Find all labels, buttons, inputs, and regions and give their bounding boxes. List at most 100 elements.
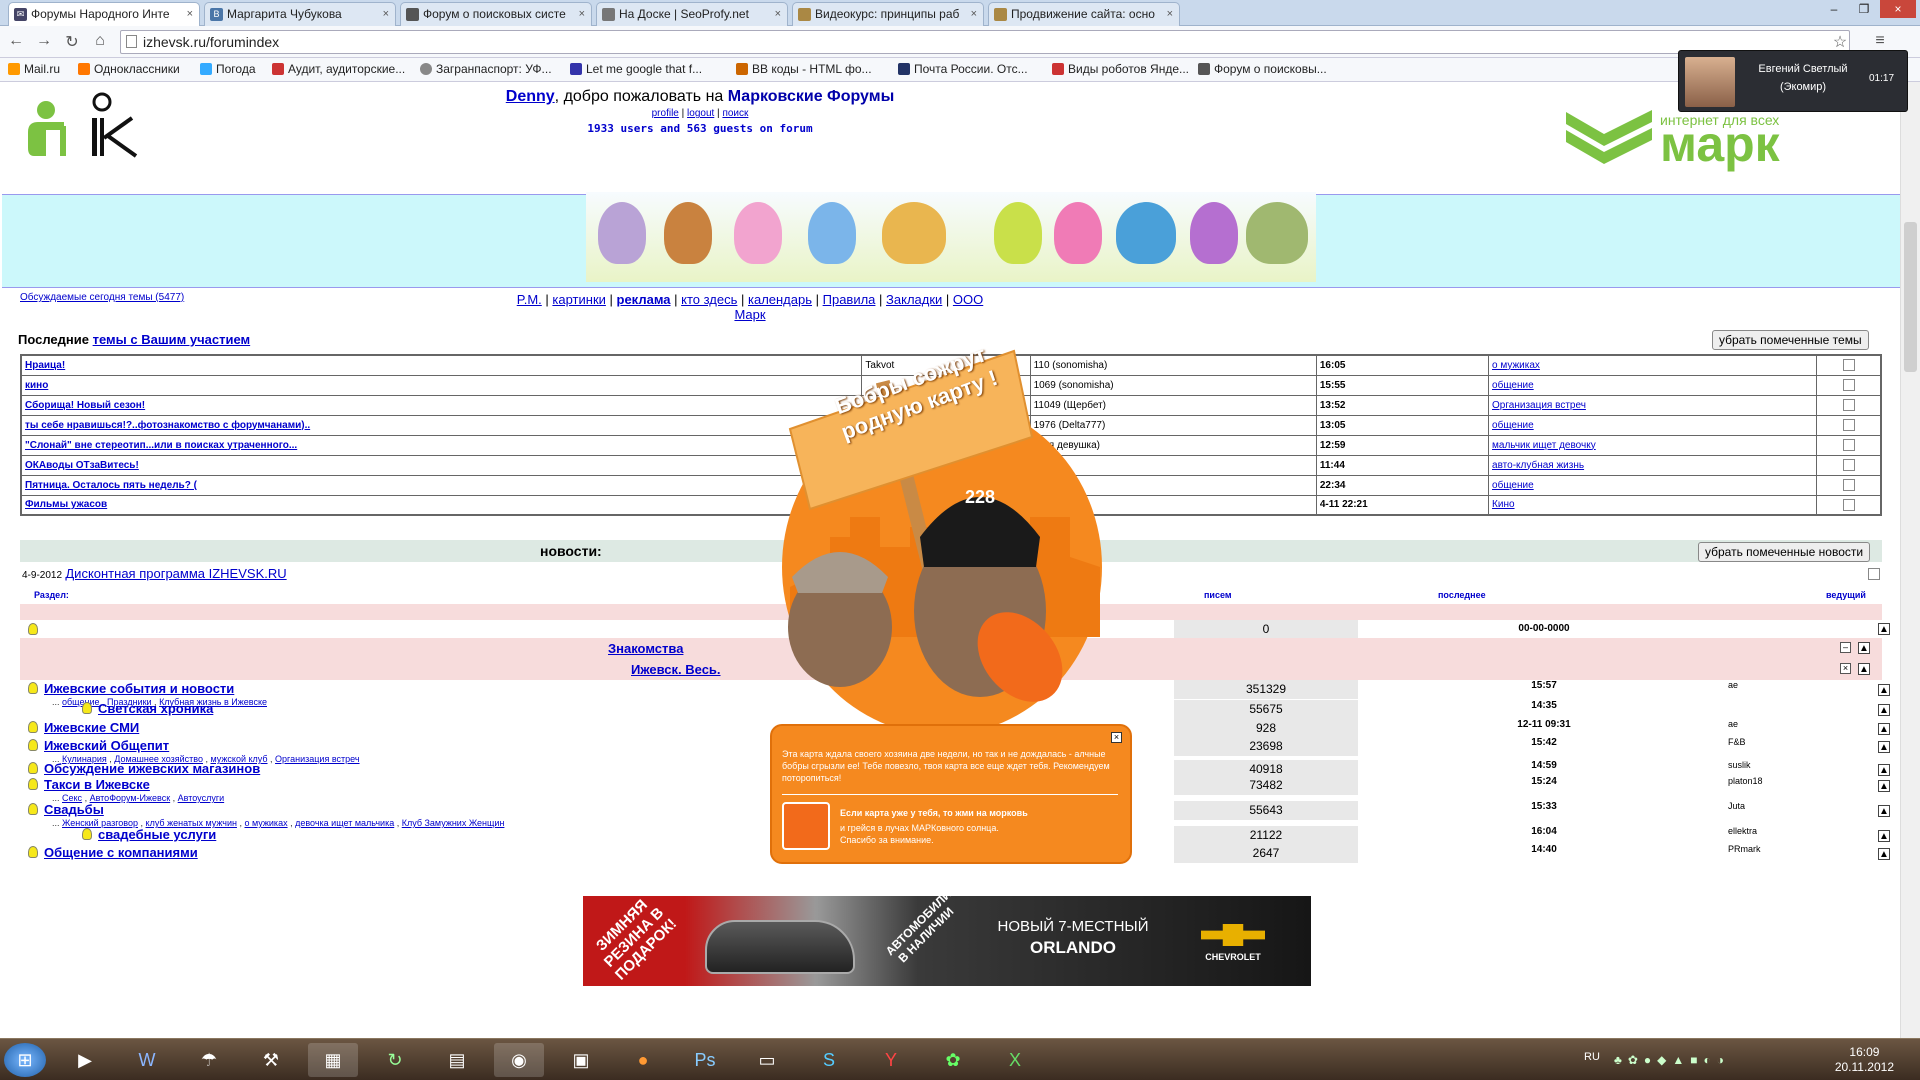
forum-name-link[interactable]: Ижевские события и новости xyxy=(44,681,234,696)
address-bar[interactable]: izhevsk.ru/forumindex xyxy=(120,30,1850,54)
tools-icon[interactable]: ⚒ xyxy=(246,1043,296,1077)
move-up-icon[interactable]: ▲ xyxy=(1878,848,1890,860)
bookmark-weather[interactable]: Погода xyxy=(200,62,256,76)
icq-icon[interactable]: ✿ xyxy=(928,1043,978,1077)
forum-name-link[interactable]: свадебные услуги xyxy=(98,827,216,842)
menu-ads[interactable]: реклама xyxy=(617,292,671,307)
topic-link[interactable]: кино xyxy=(25,380,48,391)
bookmark-audit[interactable]: Аудит, аудиторские... xyxy=(272,62,405,76)
topic-checkbox[interactable] xyxy=(1842,419,1855,431)
move-up-icon[interactable]: ▲ xyxy=(1878,805,1890,817)
chevrolet-orlando-ad[interactable]: ЗИМНЯЯ РЕЗИНА В ПОДАРОК! АВТОМОБИЛИ В НА… xyxy=(583,887,1311,986)
news-headline[interactable]: Дисконтная программа IZHEVSK.RU xyxy=(65,566,286,581)
start-button[interactable]: ⊞ xyxy=(4,1043,46,1077)
calendar-icon[interactable]: ▤ xyxy=(432,1043,482,1077)
close-icon[interactable]: × xyxy=(1167,3,1173,25)
tab-seoprofy[interactable]: На Доске | SeoProfy.net × xyxy=(596,2,788,26)
close-icon[interactable]: × xyxy=(579,3,585,25)
move-up-icon[interactable]: ▲ xyxy=(1878,684,1890,696)
logout-link[interactable]: logout xyxy=(687,108,714,119)
app-icon[interactable]: ▦ xyxy=(308,1043,358,1077)
topic-forum-link[interactable]: Организация встреч xyxy=(1492,400,1586,411)
my-topics-link[interactable]: темы с Вашим участием xyxy=(93,332,251,347)
close-icon[interactable]: × xyxy=(1111,732,1122,743)
group-izhevsk-link[interactable]: Ижевск. Весь. xyxy=(631,662,721,677)
move-up-icon[interactable]: ▲ xyxy=(1878,830,1890,842)
forum-name-link[interactable]: Ижевский Общепит xyxy=(44,738,169,753)
topic-checkbox[interactable] xyxy=(1842,439,1855,451)
move-up-icon[interactable]: ▲ xyxy=(1878,780,1890,792)
home-icon[interactable]: ⌂ xyxy=(90,32,110,50)
bookmark-mailru[interactable]: Mail.ru xyxy=(8,62,60,76)
move-up-icon[interactable]: ▲ xyxy=(1858,663,1870,675)
menu-who-is-here[interactable]: кто здесь xyxy=(681,292,737,307)
topic-forum-link[interactable]: авто-клубная жизнь xyxy=(1492,460,1584,471)
star-icon[interactable]: ☆ xyxy=(1830,32,1850,52)
topic-link[interactable]: ОКАводы ОТзаВитесь! xyxy=(25,460,139,471)
forward-icon[interactable]: → xyxy=(34,32,54,50)
bookmark-pochta[interactable]: Почта России. Отс... xyxy=(898,62,1028,76)
topic-forum-link[interactable]: о мужиках xyxy=(1492,360,1540,371)
maximize-button[interactable]: ❐ xyxy=(1850,0,1878,18)
collapse-icon[interactable]: – xyxy=(1840,642,1851,653)
wrench-icon[interactable]: ≡ xyxy=(1870,32,1890,50)
bookmark-bbcodes[interactable]: BB коды - HTML фо... xyxy=(736,62,872,76)
tab-search-forum[interactable]: Форум о поисковых систе × xyxy=(400,2,592,26)
refresh-app-icon[interactable]: ↻ xyxy=(370,1043,420,1077)
forum-name-link[interactable]: Общение с компаниями xyxy=(44,845,198,860)
profile-link[interactable]: profile xyxy=(652,108,679,119)
topic-link[interactable]: Пятница. Осталось пять недель? ( xyxy=(25,480,197,491)
username-link[interactable]: Denny xyxy=(506,88,555,105)
remove-marked-topics-button[interactable]: убрать помеченные темы xyxy=(1712,330,1869,350)
menu-calendar[interactable]: календарь xyxy=(748,292,812,307)
menu-pm[interactable]: P.M. xyxy=(517,292,542,307)
forum-name-link[interactable]: Такси в Ижевске xyxy=(44,777,150,792)
scrollbar-thumb[interactable] xyxy=(1904,222,1917,372)
clock[interactable]: 16:09 20.11.2012 xyxy=(1835,1045,1894,1075)
close-icon[interactable]: × xyxy=(187,3,193,25)
forum-name-link[interactable]: Обсуждение ижевских магазинов xyxy=(44,761,260,776)
bookmark-odnoklassniki[interactable]: Одноклассники xyxy=(78,62,180,76)
topic-link[interactable]: Фильмы ужасов xyxy=(25,499,107,510)
topic-checkbox[interactable] xyxy=(1842,379,1855,391)
menu-pictures[interactable]: картинки xyxy=(552,292,606,307)
move-up-icon[interactable]: ▲ xyxy=(1878,723,1890,735)
topic-link[interactable]: Нраица! xyxy=(25,360,65,371)
topic-forum-link[interactable]: мальчик ищет девочку xyxy=(1492,440,1596,451)
word-icon[interactable]: W xyxy=(122,1043,172,1077)
excel-icon[interactable]: X xyxy=(990,1043,1040,1077)
move-up-icon[interactable]: ▲ xyxy=(1878,623,1890,635)
tab-promotion[interactable]: Продвижение сайта: осно × xyxy=(988,2,1180,26)
back-icon[interactable]: ← xyxy=(6,32,26,50)
bookmark-search-forum[interactable]: Форум о поисковы... xyxy=(1198,62,1327,76)
language-indicator[interactable]: RU xyxy=(1584,1051,1600,1063)
media-player-icon[interactable]: ▶ xyxy=(60,1043,110,1077)
search-link[interactable]: поиск xyxy=(722,108,748,119)
close-icon[interactable]: × xyxy=(775,3,781,25)
group-znakomstva-link[interactable]: Знакомства xyxy=(608,641,683,656)
monsters-banner[interactable] xyxy=(586,192,1316,282)
topic-link[interactable]: "Слонай" вне стереотип...или в поисках у… xyxy=(25,440,297,451)
beavers-popup[interactable]: Бобры сожрут родную карту ! 228 × Эта ка… xyxy=(770,337,1132,867)
today-topics-link[interactable]: Обсуждаемые сегодня темы (5477) xyxy=(20,292,184,303)
topic-checkbox[interactable] xyxy=(1842,498,1855,511)
topic-checkbox[interactable] xyxy=(1842,479,1855,491)
firefox-icon[interactable]: ● xyxy=(618,1043,668,1077)
news-checkbox[interactable] xyxy=(1868,568,1880,580)
save-icon[interactable]: ▣ xyxy=(556,1043,606,1077)
topic-forum-link[interactable]: общение xyxy=(1492,480,1534,491)
menu-bookmarks[interactable]: Закладки xyxy=(886,292,942,307)
chrome-icon[interactable]: ◉ xyxy=(494,1043,544,1077)
forum-name-link[interactable]: Ижевские СМИ xyxy=(44,720,139,735)
move-up-icon[interactable]: ▲ xyxy=(1878,764,1890,776)
skype-icon[interactable]: S xyxy=(804,1043,854,1077)
topic-link[interactable]: ты себе нравишься!?..фотознакомство с фо… xyxy=(25,420,310,431)
move-up-icon[interactable]: ▲ xyxy=(1878,704,1890,716)
mark-logo[interactable]: интернет для всех марк xyxy=(1564,108,1824,172)
photoshop-icon[interactable]: Ps xyxy=(680,1043,730,1077)
video-call-overlay[interactable]: Евгений Светлый (Экомир) 01:17 xyxy=(1678,50,1908,112)
move-up-icon[interactable]: ▲ xyxy=(1878,741,1890,753)
close-icon[interactable]: × xyxy=(383,3,389,25)
topic-link[interactable]: Сборища! Новый сезон! xyxy=(25,400,145,411)
remove-marked-news-button[interactable]: убрать помеченные новости xyxy=(1698,542,1871,562)
